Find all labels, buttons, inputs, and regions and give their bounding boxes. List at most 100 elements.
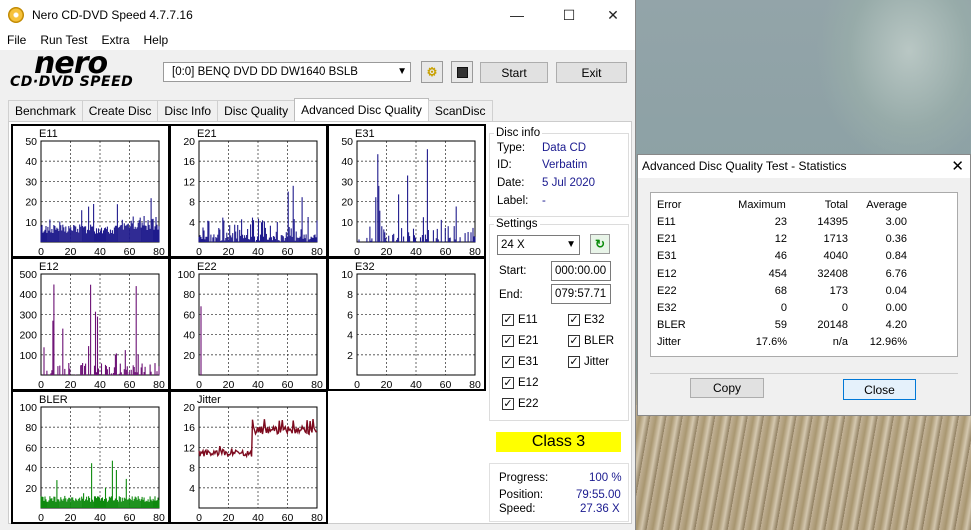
stat-total: 173 bbox=[829, 284, 848, 297]
chart-e11: 10 20 30 40 50 0 20 40 60 80 E11 bbox=[11, 124, 170, 258]
x-tick-label: 0 bbox=[38, 246, 44, 256]
chart-e12: 100 200 300 400 500 0 20 40 60 80 E12 bbox=[11, 257, 170, 391]
menu-extra[interactable]: Extra bbox=[94, 33, 136, 47]
y-tick-label: 12 bbox=[183, 176, 195, 188]
statistics-row-e22: E22 68 173 0.04 bbox=[651, 282, 959, 300]
checkbox-jitter[interactable]: ✓ Jitter bbox=[568, 356, 609, 368]
stat-error: E22 bbox=[657, 284, 677, 297]
tab-scandisc[interactable]: ScanDisc bbox=[427, 100, 493, 121]
close-button[interactable]: Close bbox=[843, 379, 916, 400]
disc-type-label: Type: bbox=[497, 142, 526, 154]
checkbox-e32[interactable]: ✓ E32 bbox=[568, 314, 604, 326]
checkbox-bler[interactable]: ✓ BLER bbox=[568, 335, 614, 347]
chart-e21: 4 8 12 16 20 0 20 40 60 80 E21 bbox=[169, 124, 328, 258]
checkbox-e12-label: E12 bbox=[518, 377, 539, 389]
minimize-button[interactable]: — bbox=[494, 0, 540, 30]
logo-cd-dvd-speed-text: CD·DVD SPEED bbox=[10, 74, 134, 90]
y-tick-label: 80 bbox=[183, 289, 195, 301]
y-tick-label: 50 bbox=[25, 136, 37, 148]
menu-file[interactable]: File bbox=[0, 33, 33, 47]
header-maximum: Maximum bbox=[738, 199, 786, 211]
chart-title: E12 bbox=[39, 261, 59, 273]
y-tick-label: 10 bbox=[341, 217, 353, 229]
stat-total: 4040 bbox=[823, 250, 848, 263]
tab-advanced-disc-quality[interactable]: Advanced Disc Quality bbox=[294, 98, 429, 121]
checkbox-e31-label: E31 bbox=[518, 356, 539, 368]
drive-select[interactable]: [0:0] BENQ DVD DD DW1640 BSLB ▼ bbox=[163, 62, 411, 82]
y-tick-label: 100 bbox=[19, 402, 37, 414]
stat-error: E21 bbox=[657, 233, 677, 246]
x-tick-label: 40 bbox=[94, 246, 106, 256]
copy-button[interactable]: Copy bbox=[690, 378, 764, 398]
speed-value: 27.36 X bbox=[580, 503, 620, 515]
y-tick-label: 8 bbox=[347, 289, 353, 301]
speed-select[interactable]: 24 X ▼ bbox=[497, 235, 580, 255]
close-window-button[interactable]: ✕ bbox=[590, 0, 636, 30]
checkbox-e31[interactable]: ✓ E31 bbox=[502, 356, 538, 368]
y-tick-label: 4 bbox=[347, 330, 353, 342]
title-bar: Nero CD-DVD Speed 4.7.7.16 — ☐ ✕ bbox=[0, 0, 635, 30]
tools-icon: ⚙ bbox=[426, 65, 438, 79]
end-time-input[interactable]: 079:57.71 bbox=[551, 284, 611, 304]
drive-info-button[interactable]: ⚙ bbox=[421, 61, 443, 83]
maximize-button[interactable]: ☐ bbox=[546, 0, 592, 30]
y-tick-label: 10 bbox=[341, 269, 353, 281]
chart-title: E31 bbox=[355, 128, 375, 140]
y-tick-label: 20 bbox=[183, 350, 195, 362]
y-tick-label: 500 bbox=[19, 269, 37, 281]
x-tick-label: 40 bbox=[252, 379, 264, 389]
disc-info-legend: Disc info bbox=[496, 127, 541, 139]
x-tick-label: 0 bbox=[38, 379, 44, 389]
statistics-row-e12: E12 454 32408 6.76 bbox=[651, 266, 959, 283]
tab-disc-quality[interactable]: Disc Quality bbox=[217, 100, 296, 121]
y-tick-label: 4 bbox=[189, 217, 195, 229]
x-tick-label: 0 bbox=[354, 379, 360, 389]
x-tick-label: 60 bbox=[124, 246, 136, 256]
chart-jitter-plot: 4 8 12 16 20 0 20 40 60 80 Jitter bbox=[183, 394, 323, 522]
checkbox-e11[interactable]: ✓ E11 bbox=[502, 314, 538, 326]
dialog-close-icon[interactable]: ✕ bbox=[951, 155, 964, 178]
statistics-dialog: Advanced Disc Quality Test - Statistics … bbox=[637, 154, 971, 416]
x-tick-label: 60 bbox=[124, 379, 136, 389]
statistics-dialog-title: Advanced Disc Quality Test - Statistics bbox=[642, 159, 847, 173]
menu-help[interactable]: Help bbox=[137, 33, 176, 47]
stat-average: 0.04 bbox=[885, 284, 907, 297]
checkbox-e21-label: E21 bbox=[518, 335, 539, 347]
statistics-row-e32: E32 0 0 0.00 bbox=[651, 300, 959, 317]
stat-maximum: 68 bbox=[774, 284, 787, 297]
tab-benchmark[interactable]: Benchmark bbox=[8, 100, 83, 121]
x-tick-label: 80 bbox=[153, 512, 165, 522]
checkbox-e21[interactable]: ✓ E21 bbox=[502, 335, 538, 347]
y-tick-label: 30 bbox=[341, 176, 353, 188]
x-tick-label: 20 bbox=[381, 379, 393, 389]
start-button[interactable]: Start bbox=[480, 62, 548, 83]
y-tick-label: 20 bbox=[183, 402, 195, 414]
y-tick-label: 16 bbox=[183, 156, 195, 168]
x-tick-label: 40 bbox=[410, 246, 422, 256]
x-tick-label: 40 bbox=[252, 512, 264, 522]
x-tick-label: 20 bbox=[223, 246, 235, 256]
y-tick-label: 10 bbox=[25, 217, 37, 229]
tab-create-disc[interactable]: Create Disc bbox=[81, 100, 159, 121]
stat-maximum: 454 bbox=[768, 267, 787, 280]
chevron-down-icon: ▼ bbox=[397, 66, 407, 77]
checkbox-e12[interactable]: ✓ E12 bbox=[502, 377, 538, 389]
y-tick-label: 300 bbox=[19, 309, 37, 321]
x-tick-label: 80 bbox=[311, 379, 323, 389]
refresh-speed-button[interactable]: ↻ bbox=[590, 234, 610, 254]
x-tick-label: 40 bbox=[410, 379, 422, 389]
speed-chevron-down-icon: ▼ bbox=[566, 239, 576, 250]
menu-run-test[interactable]: Run Test bbox=[33, 33, 94, 47]
checkbox-e22[interactable]: ✓ E22 bbox=[502, 398, 538, 410]
tab-disc-info[interactable]: Disc Info bbox=[157, 100, 219, 121]
exit-button[interactable]: Exit bbox=[556, 62, 627, 83]
progress-value: 100 % bbox=[589, 472, 622, 484]
chart-jitter: 4 8 12 16 20 0 20 40 60 80 Jitter bbox=[169, 390, 328, 524]
save-button[interactable] bbox=[451, 61, 473, 83]
stat-maximum: 46 bbox=[774, 250, 787, 263]
start-time-input[interactable]: 000:00.00 bbox=[551, 261, 611, 281]
checkmark-icon: ✓ bbox=[502, 356, 514, 368]
stat-error: E11 bbox=[657, 216, 676, 228]
x-tick-label: 60 bbox=[282, 379, 294, 389]
y-tick-label: 60 bbox=[25, 442, 37, 454]
